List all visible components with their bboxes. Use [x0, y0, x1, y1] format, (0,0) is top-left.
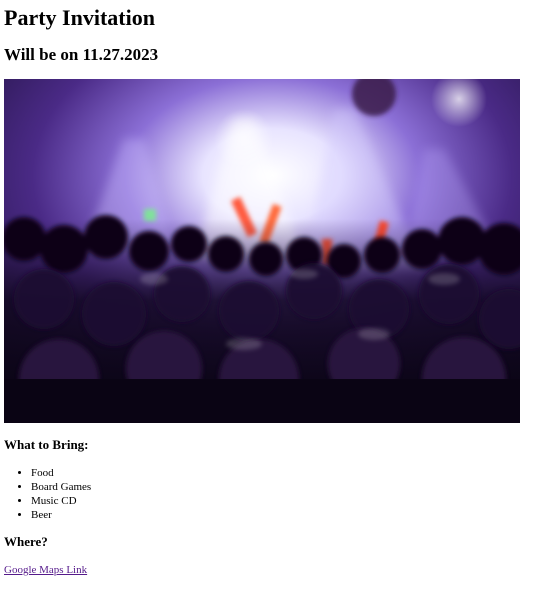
list-item: Beer — [31, 508, 91, 522]
event-date-heading: Will be on 11.27.2023 — [4, 45, 159, 64]
what-to-bring-heading: What to Bring: — [4, 437, 89, 452]
page-title: Party Invitation — [4, 5, 155, 30]
concert-crowd-image — [4, 79, 520, 423]
where-heading: Where? — [4, 534, 48, 549]
list-item: Music CD — [31, 494, 91, 508]
list-item: Board Games — [31, 480, 91, 494]
google-maps-link[interactable]: Google Maps Link — [4, 563, 87, 577]
bring-list: Food Board Games Music CD Beer — [31, 466, 91, 522]
list-item: Food — [31, 466, 91, 480]
